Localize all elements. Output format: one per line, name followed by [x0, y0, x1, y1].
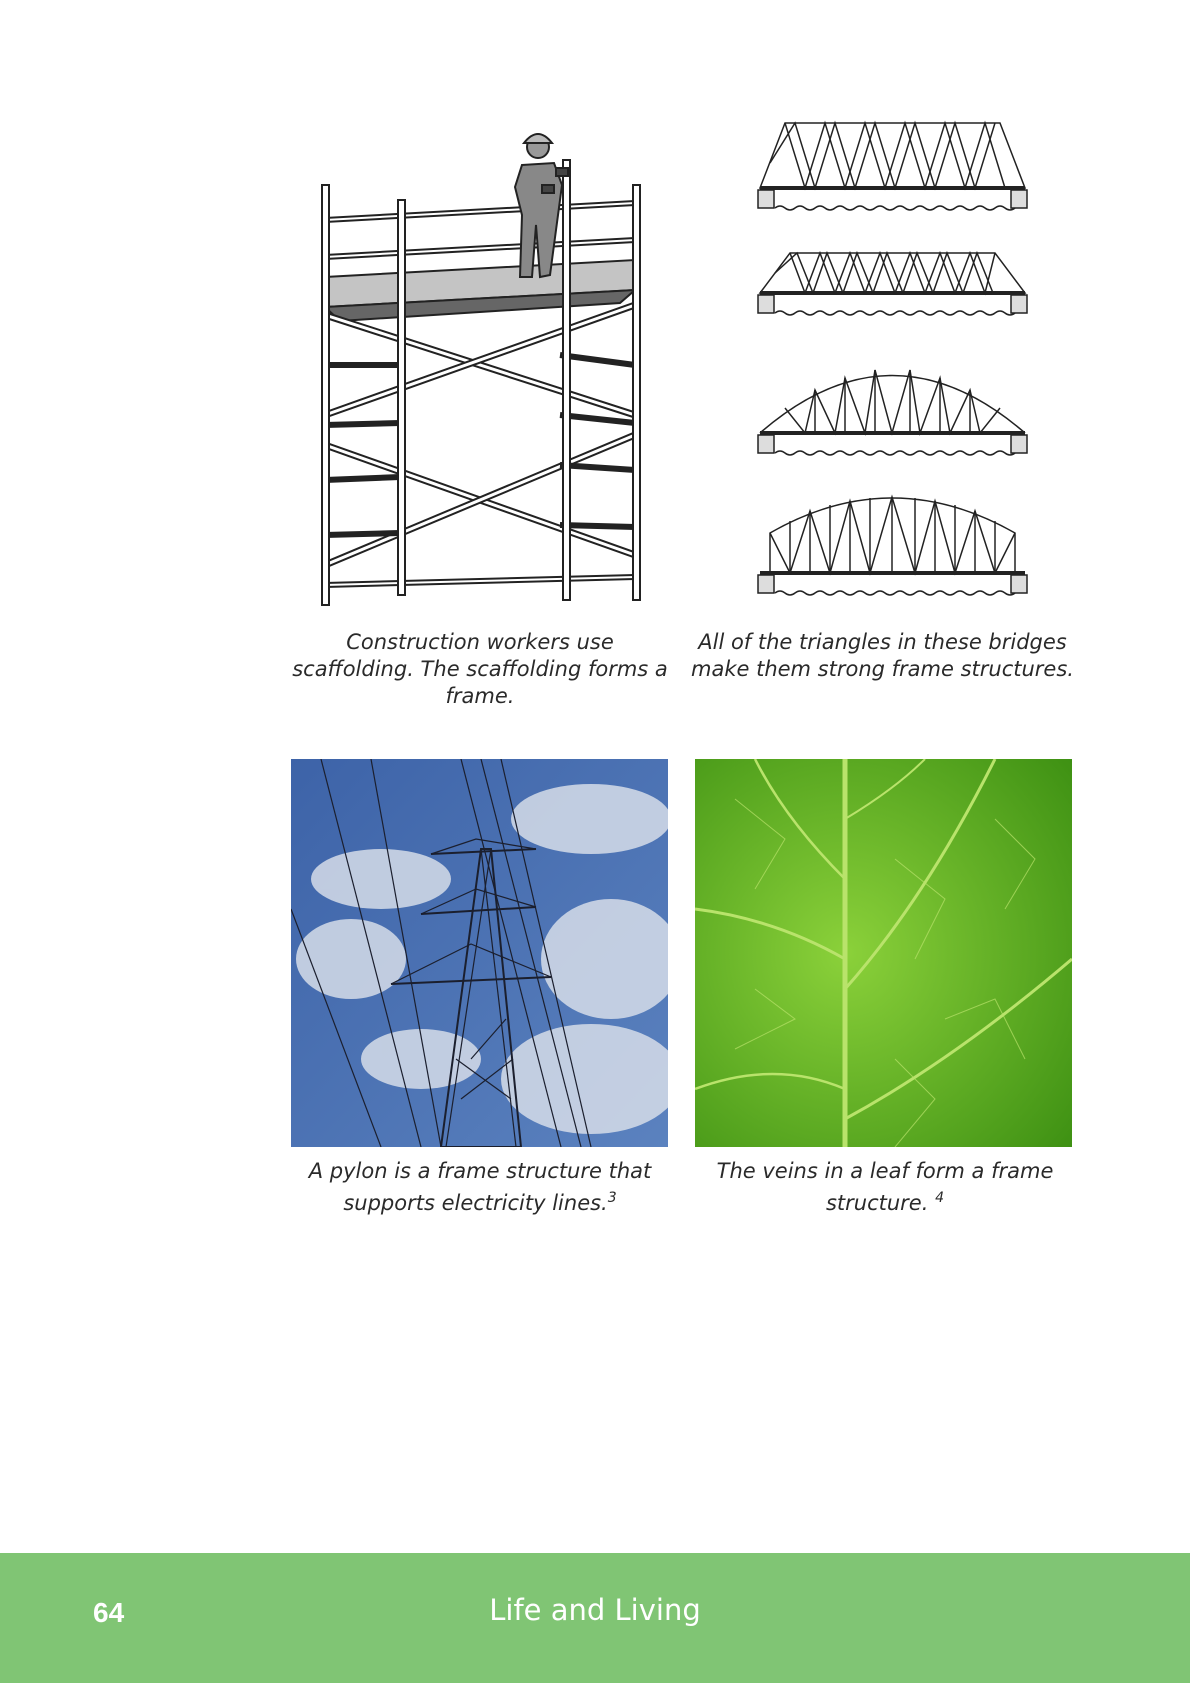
pylon-caption: A pylon is a frame structure that suppor…	[270, 1158, 690, 1217]
caption-line: scaffolding. The scaffolding forms a	[292, 657, 668, 681]
page-footer: 64 Life and Living	[0, 1553, 1190, 1683]
caption-line: make them strong frame structures.	[691, 657, 1074, 681]
caption-line: Construction workers use	[346, 630, 614, 654]
footer-title: Life and Living	[489, 1593, 701, 1627]
leaf-veins-photo	[695, 759, 1072, 1147]
caption-line: frame.	[445, 684, 515, 708]
leaf-caption: The veins in a leaf form a frame structu…	[675, 1158, 1095, 1217]
caption-line: supports electricity lines.3	[270, 1185, 690, 1217]
electricity-pylon-photo	[291, 759, 668, 1147]
bridges-caption: All of the triangles in these bridges ma…	[680, 629, 1085, 683]
footnote-marker: 3	[607, 1190, 617, 1206]
truss-bridges-illustration	[757, 120, 1028, 596]
caption-line: All of the triangles in these bridges	[698, 630, 1067, 654]
footnote-marker: 4	[935, 1190, 945, 1206]
caption-line: A pylon is a frame structure that	[308, 1159, 652, 1183]
scaffolding-caption: Construction workers use scaffolding. Th…	[270, 629, 690, 710]
caption-line: The veins in a leaf form a frame	[716, 1159, 1054, 1183]
caption-line: structure. 4	[675, 1185, 1095, 1217]
scaffolding-illustration	[321, 133, 641, 606]
caption-text: structure.	[825, 1191, 936, 1215]
caption-text: supports electricity lines.	[343, 1191, 608, 1215]
